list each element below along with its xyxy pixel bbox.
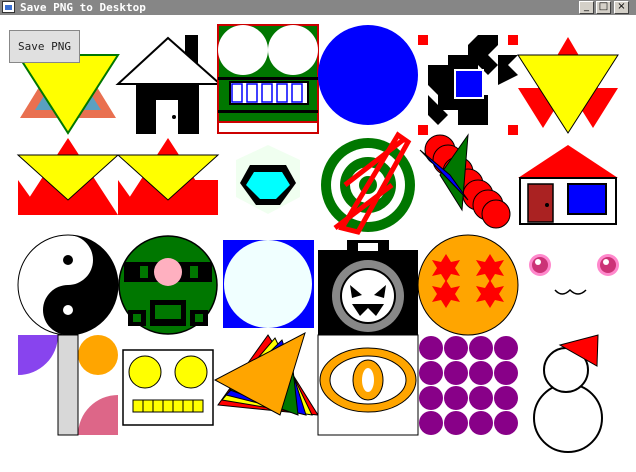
- blue-circle-icon: [318, 25, 418, 125]
- orange-eye-icon: [317, 334, 419, 436]
- cyan-hexagon-icon: [236, 145, 300, 214]
- red-roof-house-icon: [518, 145, 618, 225]
- house-icon: [115, 35, 223, 134]
- title-bar[interactable]: Save PNG to Desktop _ □ ×: [0, 0, 636, 15]
- yin-yang-icon: [17, 234, 119, 336]
- close-button[interactable]: ×: [614, 1, 629, 14]
- window-icon: [2, 1, 15, 13]
- light-circle-square-icon: [223, 240, 314, 328]
- double-triangle-icon: [16, 138, 120, 215]
- snowman-icon: [533, 334, 603, 453]
- yellow-triangle-icon: [517, 37, 619, 134]
- target-rings-icon: [321, 131, 415, 235]
- green-robot-icon: [118, 235, 218, 335]
- kawaii-face-icon: [529, 254, 619, 295]
- robot-face-icon: [217, 24, 319, 134]
- pixel-maze-icon: [418, 35, 518, 135]
- purple-dots-icon: [419, 336, 518, 435]
- quarter-circles-icon: [18, 334, 118, 436]
- arrow-cone-icon: [419, 133, 511, 229]
- fanned-triangles-icon: [213, 332, 319, 416]
- save-png-button[interactable]: Save PNG: [9, 30, 80, 63]
- minimize-button[interactable]: _: [579, 1, 594, 14]
- app-window: Save PNG to Desktop _ □ × Save PNG: [0, 0, 636, 472]
- yellow-eyes-panel-icon: [122, 349, 214, 426]
- dragon-ball-icon: [417, 234, 519, 336]
- icon-canvas: [16, 24, 619, 453]
- window-title: Save PNG to Desktop: [20, 1, 146, 14]
- camera-face-icon: [318, 240, 418, 335]
- maximize-button[interactable]: □: [596, 1, 611, 14]
- triangle-pair-icon: [116, 138, 220, 215]
